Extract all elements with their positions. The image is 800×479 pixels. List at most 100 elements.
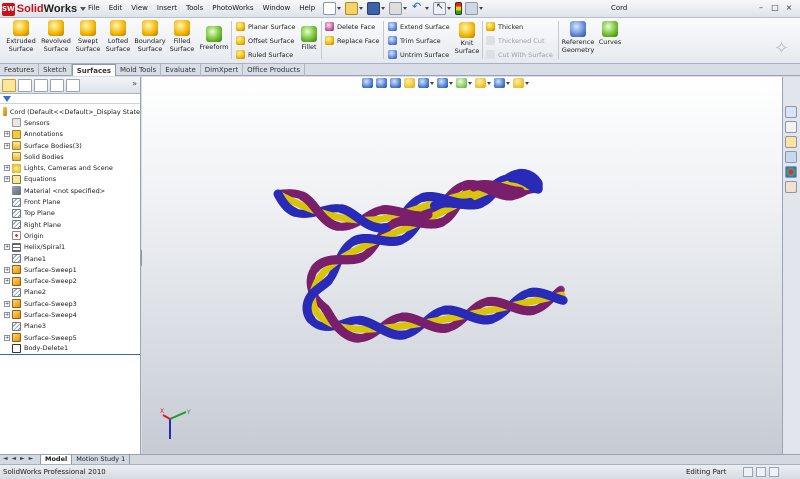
tree-filter[interactable] bbox=[0, 94, 140, 104]
feature-manager-tab-icon[interactable] bbox=[2, 78, 16, 92]
tab-model[interactable]: Model bbox=[40, 455, 73, 464]
property-manager-tab-icon[interactable] bbox=[18, 78, 32, 92]
chevron-down-icon[interactable] bbox=[425, 7, 429, 10]
chevron-down-icon[interactable] bbox=[479, 7, 483, 10]
menu-view[interactable]: View bbox=[131, 4, 148, 12]
tree-item[interactable]: + Surface-Sweep1 bbox=[0, 264, 140, 275]
chevron-down-icon[interactable] bbox=[506, 81, 510, 85]
tree-item[interactable]: Right Plane bbox=[0, 219, 140, 230]
view-orientation-icon[interactable] bbox=[418, 78, 429, 88]
trim-surface-button[interactable]: Trim Surface bbox=[388, 35, 441, 46]
zoom-to-area-icon[interactable] bbox=[376, 78, 387, 88]
design-library-icon[interactable] bbox=[785, 121, 797, 133]
view-palette-icon[interactable] bbox=[785, 151, 797, 163]
new-document-icon[interactable] bbox=[323, 2, 336, 15]
tree-item[interactable]: + Surface-Sweep3 bbox=[0, 298, 140, 309]
tree-item[interactable]: + Surface-Sweep2 bbox=[0, 275, 140, 286]
dimxpert-manager-tab-icon[interactable] bbox=[50, 78, 64, 92]
replace-face-button[interactable]: Replace Face bbox=[325, 35, 379, 46]
swept-surface-button[interactable]: Swept Surface bbox=[71, 20, 105, 53]
expand-toggle-icon[interactable]: + bbox=[4, 244, 10, 251]
tree-item[interactable]: Cord (Default<<Default>_Display State bbox=[0, 106, 140, 117]
rebuild-traffic-light-icon[interactable] bbox=[455, 2, 462, 15]
tree-item[interactable]: Top Plane bbox=[0, 208, 140, 219]
zoom-to-fit-icon[interactable] bbox=[362, 78, 373, 88]
curves-button[interactable]: Curves bbox=[594, 21, 626, 46]
tree-item[interactable]: Sensors bbox=[0, 117, 140, 128]
tree-item[interactable]: + Helix/Spiral1 bbox=[0, 242, 140, 253]
offset-surface-button[interactable]: Offset Surface bbox=[236, 35, 294, 46]
tab-surfaces[interactable]: Surfaces bbox=[71, 64, 117, 76]
undo-icon[interactable] bbox=[411, 0, 424, 15]
chevron-down-icon[interactable] bbox=[449, 81, 453, 85]
menu-help[interactable]: Help bbox=[299, 4, 315, 12]
knit-surface-button[interactable]: Knit Surface bbox=[451, 22, 483, 55]
expand-toggle-icon[interactable]: + bbox=[4, 165, 10, 172]
graphics-viewport[interactable]: X Y bbox=[142, 77, 782, 454]
menu-tools[interactable]: Tools bbox=[186, 4, 203, 12]
minimize-icon[interactable]: – bbox=[754, 2, 768, 14]
select-pointer-icon[interactable] bbox=[433, 2, 446, 15]
tree-item[interactable]: Material <not specified> bbox=[0, 185, 140, 196]
cut-with-surface-button[interactable]: Cut With Surface bbox=[486, 49, 553, 60]
tab-mold-tools[interactable]: Mold Tools bbox=[116, 64, 162, 76]
expand-toggle-icon[interactable]: + bbox=[4, 266, 10, 273]
tab-sketch[interactable]: Sketch bbox=[39, 64, 72, 76]
chevron-down-icon[interactable] bbox=[447, 7, 451, 10]
menu-window[interactable]: Window bbox=[263, 4, 291, 12]
tab-evaluate[interactable]: Evaluate bbox=[161, 64, 201, 76]
menu-insert[interactable]: Insert bbox=[157, 4, 177, 12]
expand-toggle-icon[interactable]: + bbox=[4, 300, 10, 307]
hide-show-items-icon[interactable] bbox=[456, 78, 467, 88]
tree-item[interactable]: + Surface Bodies(3) bbox=[0, 140, 140, 151]
open-folder-icon[interactable] bbox=[345, 2, 358, 15]
reference-geometry-button[interactable]: Reference Geometry bbox=[560, 21, 596, 54]
menu-edit[interactable]: Edit bbox=[109, 4, 123, 12]
thicken-button[interactable]: Thicken bbox=[486, 21, 523, 32]
solidworks-menu-button[interactable]: SW SolidWorks bbox=[2, 2, 87, 16]
chevron-down-icon[interactable] bbox=[337, 7, 341, 10]
close-icon[interactable]: × bbox=[782, 2, 796, 14]
section-view-icon[interactable] bbox=[404, 78, 415, 88]
expand-toggle-icon[interactable]: + bbox=[4, 334, 10, 341]
fillet-button[interactable]: Fillet bbox=[294, 26, 324, 51]
expand-panel-icon[interactable]: » bbox=[132, 79, 137, 92]
revolved-surface-button[interactable]: Revolved Surface bbox=[39, 20, 73, 53]
edit-appearance-icon[interactable] bbox=[475, 78, 486, 88]
tree-item[interactable]: + Surface-Sweep4 bbox=[0, 309, 140, 320]
boundary-surface-button[interactable]: Boundary Surface bbox=[133, 20, 167, 53]
expand-toggle-icon[interactable]: + bbox=[4, 131, 10, 138]
display-style-icon[interactable] bbox=[437, 78, 448, 88]
filled-surface-button[interactable]: Filled Surface bbox=[165, 20, 199, 53]
display-manager-tab-icon[interactable] bbox=[66, 78, 80, 92]
appearances-icon[interactable] bbox=[785, 166, 797, 178]
tree-item[interactable]: + Equations bbox=[0, 174, 140, 185]
tree-item[interactable]: Origin bbox=[0, 230, 140, 241]
untrim-surface-button[interactable]: Untrim Surface bbox=[388, 49, 449, 60]
delete-face-button[interactable]: Delete Face bbox=[325, 21, 375, 32]
tree-item[interactable]: Plane3 bbox=[0, 321, 140, 332]
chevron-down-icon[interactable] bbox=[468, 81, 472, 85]
chevron-down-icon[interactable] bbox=[487, 81, 491, 85]
tree-item[interactable]: + Lights, Cameras and Scene bbox=[0, 162, 140, 173]
view-settings-icon[interactable] bbox=[513, 78, 524, 88]
tab-scroll-arrows[interactable]: ◄ ◄ ► ► bbox=[0, 455, 40, 464]
planar-surface-button[interactable]: Planar Surface bbox=[236, 21, 295, 32]
tab-features[interactable]: Features bbox=[0, 64, 40, 76]
extruded-surface-button[interactable]: Extruded Surface bbox=[4, 20, 38, 53]
tree-item[interactable]: + Surface-Sweep5 bbox=[0, 332, 140, 343]
chevron-down-icon[interactable] bbox=[525, 81, 529, 85]
help-icon[interactable] bbox=[769, 467, 779, 477]
configuration-manager-tab-icon[interactable] bbox=[34, 78, 48, 92]
expand-toggle-icon[interactable]: + bbox=[4, 311, 10, 318]
thickened-cut-button[interactable]: Thickened Cut bbox=[486, 35, 545, 46]
chevron-down-icon[interactable] bbox=[403, 7, 407, 10]
custom-properties-icon[interactable] bbox=[785, 181, 797, 193]
tree-item[interactable]: Front Plane bbox=[0, 196, 140, 207]
expand-toggle-icon[interactable]: + bbox=[4, 176, 10, 183]
tree-item[interactable]: Body-Delete1 bbox=[0, 343, 140, 355]
extend-surface-button[interactable]: Extend Surface bbox=[388, 21, 450, 32]
previous-view-icon[interactable] bbox=[390, 78, 401, 88]
lofted-surface-button[interactable]: Lofted Surface bbox=[101, 20, 135, 53]
expand-toggle-icon[interactable]: + bbox=[4, 142, 10, 149]
